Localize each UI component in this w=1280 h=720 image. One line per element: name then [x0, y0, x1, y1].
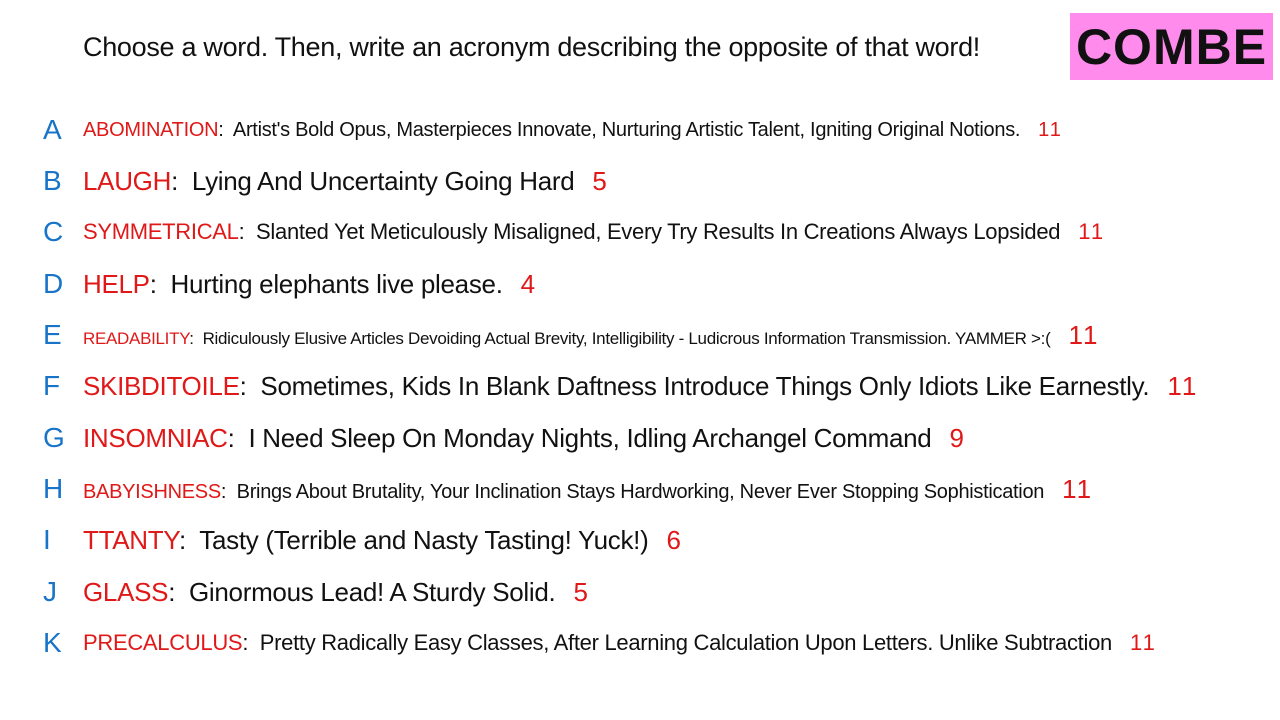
entry-acronym: Ginormous Lead! A Sturdy Solid. — [189, 577, 556, 607]
entry-acronym: Artist's Bold Opus, Masterpieces Innovat… — [232, 119, 1021, 141]
entry-letter: C — [43, 216, 64, 247]
entry-row: C SYMMETRICAL: Slanted Yet Meticulously … — [0, 210, 1280, 254]
entry-word: PRECALCULUS — [83, 630, 243, 655]
entry-word: BABYISHNESS — [83, 481, 221, 503]
entry-word: GLASS — [83, 577, 169, 607]
entry-letter: H — [43, 473, 64, 504]
entry-letter: I — [43, 524, 51, 555]
entry-word: ABOMINATION — [83, 119, 219, 141]
entry-word: SKIBDITOILE — [83, 371, 240, 401]
entry-row: F SKIBDITOILE: Sometimes, Kids In Blank … — [0, 364, 1280, 408]
entry-text: HELP: Hurting elephants live please. 4 — [83, 269, 538, 299]
entry-text: INSOMNIAC: I Need Sleep On Monday Nights… — [83, 423, 966, 453]
entry-count: 5 — [573, 577, 590, 607]
entry-count: 6 — [666, 525, 683, 555]
entry-row: A ABOMINATION: Artist's Bold Opus, Maste… — [0, 108, 1280, 152]
entry-letter: A — [43, 114, 62, 145]
entry-row: H BABYISHNESS: Brings About Brutality, Y… — [0, 467, 1280, 511]
entry-letter: K — [43, 627, 62, 658]
entry-count: 11 — [1129, 630, 1157, 655]
entry-row: G INSOMNIAC: I Need Sleep On Monday Nigh… — [0, 416, 1280, 460]
entry-word: TTANTY — [83, 525, 179, 555]
entry-text: TTANTY: Tasty (Terrible and Nasty Tastin… — [83, 525, 683, 555]
entry-count: 4 — [520, 269, 538, 299]
entry-letter: D — [43, 268, 64, 299]
entry-word: LAUGH — [83, 166, 172, 196]
entry-text: PRECALCULUS: Pretty Radically Easy Class… — [83, 630, 1157, 655]
entry-acronym: Lying And Uncertainty Going Hard — [191, 166, 575, 196]
entry-acronym: Sometimes, Kids In Blank Daftness Introd… — [260, 371, 1150, 401]
entry-acronym: Ridiculously Elusive Articles Devoiding … — [202, 329, 1051, 348]
entry-row: I TTANTY: Tasty (Terrible and Nasty Tast… — [0, 518, 1280, 562]
entry-row: D HELP: Hurting elephants live please. 4 — [0, 262, 1280, 306]
entry-count: 11 — [1167, 371, 1199, 401]
entry-letter: G — [43, 422, 65, 453]
entry-text: BABYISHNESS: Brings About Brutality, You… — [83, 474, 1094, 504]
entry-row: B LAUGH: Lying And Uncertainty Going Har… — [0, 159, 1280, 203]
entry-acronym: Tasty (Terrible and Nasty Tasting! Yuck!… — [199, 525, 649, 555]
entry-row: E READABILITY: Ridiculously Elusive Arti… — [0, 313, 1280, 357]
entry-row: K PRECALCULUS: Pretty Radically Easy Cla… — [0, 621, 1280, 665]
entry-count: 5 — [592, 166, 609, 196]
entry-word: READABILITY — [83, 329, 190, 348]
entry-count: 11 — [1068, 320, 1100, 350]
entry-acronym: Pretty Radically Easy Classes, After Lea… — [259, 630, 1113, 655]
entry-word: SYMMETRICAL — [83, 219, 239, 244]
entry-letter: F — [43, 370, 61, 401]
entry-acronym: I Need Sleep On Monday Nights, Idling Ar… — [248, 423, 932, 453]
entry-acronym: Hurting elephants live please. — [170, 269, 503, 299]
entry-letter: B — [43, 165, 62, 196]
entry-text: SKIBDITOILE: Sometimes, Kids In Blank Da… — [83, 371, 1199, 401]
entry-count: 11 — [1038, 119, 1063, 141]
entry-text: GLASS: Ginormous Lead! A Sturdy Solid. 5 — [83, 577, 590, 607]
entry-acronym: Brings About Brutality, Your Inclination… — [236, 481, 1045, 503]
entry-letter: E — [43, 319, 62, 350]
entry-text: SYMMETRICAL: Slanted Yet Meticulously Mi… — [83, 219, 1106, 244]
entry-text: LAUGH: Lying And Uncertainty Going Hard 5 — [83, 166, 609, 196]
entry-count: 11 — [1078, 219, 1106, 244]
entry-text: READABILITY: Ridiculously Elusive Articl… — [83, 320, 1100, 350]
entry-row: J GLASS: Ginormous Lead! A Sturdy Solid.… — [0, 570, 1280, 614]
entry-word: INSOMNIAC — [83, 423, 228, 453]
entry-acronym: Slanted Yet Meticulously Misaligned, Eve… — [256, 219, 1061, 244]
entry-list: A ABOMINATION: Artist's Bold Opus, Maste… — [0, 0, 1280, 720]
entry-count: 9 — [949, 423, 966, 453]
entry-word: HELP — [83, 269, 150, 299]
entry-count: 11 — [1062, 474, 1094, 504]
entry-letter: J — [43, 576, 57, 607]
entry-text: ABOMINATION: Artist's Bold Opus, Masterp… — [83, 119, 1063, 141]
